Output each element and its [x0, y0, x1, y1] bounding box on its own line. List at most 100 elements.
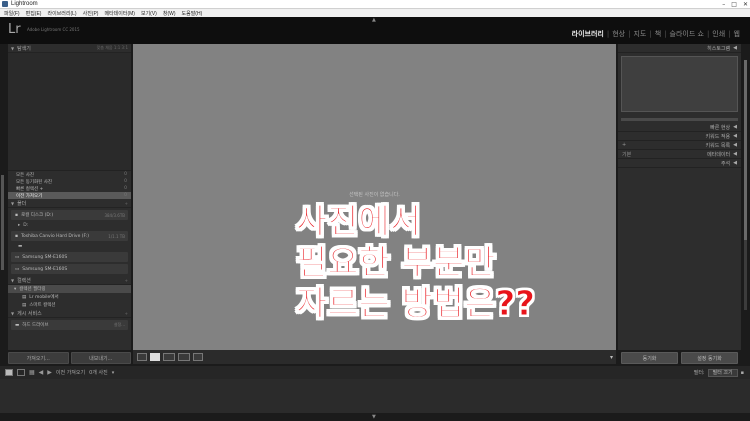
- headline-line-1: 사진에서: [296, 202, 422, 243]
- publish-services-header[interactable]: ▼ 게시 서비스 +: [8, 309, 131, 318]
- filmstrip-filter: 필터: 필터 끄기 ▪: [693, 368, 750, 377]
- collapse-triangle-icon: ◀: [733, 133, 737, 139]
- menu-window[interactable]: 창(W): [163, 10, 176, 17]
- left-scrollbar[interactable]: [1, 175, 4, 270]
- filmstrip[interactable]: [0, 379, 750, 413]
- add-service-icon[interactable]: +: [125, 311, 128, 316]
- histogram-slider[interactable]: [621, 115, 738, 123]
- volume-samsung-1[interactable]: ▭ Samsung SM-E160S: [11, 252, 128, 262]
- module-slideshow[interactable]: 슬라이드 쇼: [667, 29, 707, 39]
- source-menu-chevron-icon[interactable]: ▾: [112, 370, 115, 376]
- catalog-all-photos[interactable]: 모든 사진 0: [8, 171, 131, 178]
- device-icon: ▭: [15, 266, 20, 272]
- volume-local-disk[interactable]: ▪ 로컬 디스크 (D:) 384/3.6TB: [11, 210, 128, 220]
- publish-hard-drive[interactable]: ▬ 하드 드라이브 설정...: [11, 320, 128, 330]
- publish-setup-button[interactable]: 설정...: [114, 322, 125, 328]
- window-title: Lightroom: [11, 1, 38, 7]
- collections-title: 컬렉션: [17, 277, 31, 284]
- menu-file[interactable]: 파일(F): [4, 10, 20, 17]
- window-titlebar: Lightroom – □ ✕: [0, 0, 750, 9]
- loupe-view-icon[interactable]: [150, 353, 160, 361]
- module-library[interactable]: 라이브러리: [569, 29, 607, 39]
- metadata-header[interactable]: 기본 메타데이터 ◀: [618, 150, 741, 159]
- forward-arrow-icon[interactable]: ▶: [47, 369, 52, 376]
- filmstrip-bar: ▦ ◀ ▶ 이전 가져오기 0개 사진 ▾ 필터: 필터 끄기 ▪: [0, 366, 750, 379]
- histogram-header[interactable]: 히스토그램 ◀: [618, 44, 741, 53]
- maximize-button[interactable]: □: [731, 1, 737, 8]
- close-button[interactable]: ✕: [743, 1, 748, 8]
- catalog-quick-collection[interactable]: 빠른 컬렉션 + 0: [8, 185, 131, 192]
- headline-line-2: 필요한 부분만: [296, 243, 497, 284]
- menu-help[interactable]: 도움말(H): [182, 10, 203, 17]
- menu-library[interactable]: 라이브러리(L): [47, 10, 76, 17]
- collection-smart[interactable]: ▤ 스마트 컬렉션: [8, 301, 131, 309]
- survey-view-icon[interactable]: [178, 353, 190, 361]
- main-screen-icon[interactable]: [5, 369, 13, 376]
- folders-title: 폴더: [17, 200, 27, 207]
- module-print[interactable]: 인쇄: [709, 29, 728, 39]
- toolbar-menu-chevron-icon[interactable]: ▾: [610, 354, 613, 361]
- grid-view-icon[interactable]: [137, 353, 147, 361]
- comments-header[interactable]: 주석 ◀: [618, 159, 741, 168]
- sync-settings-button[interactable]: 설정 동기화: [681, 352, 738, 364]
- folders-header[interactable]: ▼ 폴더 +: [8, 199, 131, 208]
- module-map[interactable]: 지도: [630, 29, 649, 39]
- collapse-triangle-icon: ◀: [733, 160, 737, 166]
- drive-icon: ▪: [15, 212, 19, 218]
- folder-item[interactable]: ▸ D:: [8, 222, 131, 229]
- menu-metadata[interactable]: 메타데이터(M): [104, 10, 135, 17]
- catalog-previous-import[interactable]: 이전 가져오기 0: [8, 192, 131, 199]
- filter-select[interactable]: 필터 끄기: [707, 368, 738, 377]
- people-view-icon[interactable]: [193, 353, 203, 361]
- back-arrow-icon[interactable]: ◀: [39, 369, 44, 376]
- filter-icon: ▾: [14, 286, 17, 292]
- minimize-button[interactable]: –: [722, 1, 725, 8]
- volume-toshiba[interactable]: ▪ Toshiba Canvio Hard Drive (F:) 1/1.1 T…: [11, 231, 128, 241]
- import-button[interactable]: 가져오기...: [8, 352, 69, 364]
- volume-samsung-2[interactable]: ▭ Samsung SM-E160S: [11, 264, 128, 274]
- keywording-header[interactable]: 키워드 적용 ◀: [618, 132, 741, 141]
- menu-photo[interactable]: 사진(P): [83, 10, 99, 17]
- quick-develop-header[interactable]: 빠른 현상 ◀: [618, 123, 741, 132]
- filmstrip-source[interactable]: 이전 가져오기: [56, 369, 85, 376]
- keyword-list-header[interactable]: + 키워드 목록 ◀: [618, 141, 741, 150]
- grid-icon[interactable]: ▦: [29, 369, 35, 376]
- collapse-bottom-icon[interactable]: ▼: [372, 414, 376, 420]
- folder-item[interactable]: ▬: [8, 243, 131, 250]
- module-develop[interactable]: 현상: [609, 29, 628, 39]
- filter-label: 필터:: [693, 370, 705, 376]
- collection-set-icon: ▤: [22, 294, 27, 300]
- collapse-triangle-icon: ◀: [733, 124, 737, 130]
- collapse-triangle-icon: ▼: [11, 200, 15, 206]
- navigator-preview: [8, 53, 131, 171]
- product-name: Adobe Lightroom CC 2015: [27, 27, 80, 32]
- secondary-screen-icon[interactable]: [17, 369, 25, 376]
- no-photo-message: 선택된 사진이 없습니다.: [349, 192, 400, 198]
- menu-bar: 파일(F) 편집(E) 라이브러리(L) 사진(P) 메타데이터(M) 보기(V…: [0, 9, 750, 17]
- menu-view[interactable]: 보기(V): [141, 10, 157, 17]
- navigator-zoom-options[interactable]: 맞춤 채움 1:1 3:1: [97, 45, 128, 51]
- add-collection-icon[interactable]: +: [125, 278, 128, 283]
- module-web[interactable]: 웹: [731, 29, 743, 39]
- left-panel-buttons: 가져오기... 내보내기...: [8, 352, 131, 364]
- compare-view-icon[interactable]: [163, 353, 175, 361]
- folder-icon: ▸: [18, 223, 21, 228]
- export-button[interactable]: 내보내기...: [70, 352, 131, 364]
- identity-plate: ▲ Lr Adobe Lightroom CC 2015 라이브러리 | 현상 …: [0, 17, 750, 44]
- right-scrollbar[interactable]: [744, 60, 747, 310]
- navigator-header[interactable]: ▼ 탐색기 맞춤 채움 1:1 3:1: [8, 44, 131, 53]
- device-icon: ▭: [15, 254, 20, 260]
- catalog-synced-photos[interactable]: 모든 동기화된 사진 0: [8, 178, 131, 185]
- sync-button[interactable]: 동기화: [621, 352, 678, 364]
- module-book[interactable]: 책: [652, 29, 664, 39]
- collection-lr-mobile[interactable]: ▤ Lr mobile에서: [8, 293, 131, 301]
- add-keyword-icon[interactable]: +: [618, 142, 626, 148]
- collection-filter[interactable]: ▾ 컬렉션 필터링: [8, 285, 131, 293]
- collections-header[interactable]: ▼ 컬렉션 +: [8, 276, 131, 285]
- menu-edit[interactable]: 편집(E): [26, 10, 42, 17]
- metadata-preset-select[interactable]: 기본: [618, 151, 631, 158]
- left-panel: ▼ 탐색기 맞춤 채움 1:1 3:1 모든 사진 0 모든 동기화된 사진 0…: [8, 44, 131, 350]
- collapse-top-icon[interactable]: ▲: [372, 17, 376, 23]
- add-folder-icon[interactable]: +: [125, 201, 128, 206]
- filter-lock-icon[interactable]: ▪: [741, 370, 744, 376]
